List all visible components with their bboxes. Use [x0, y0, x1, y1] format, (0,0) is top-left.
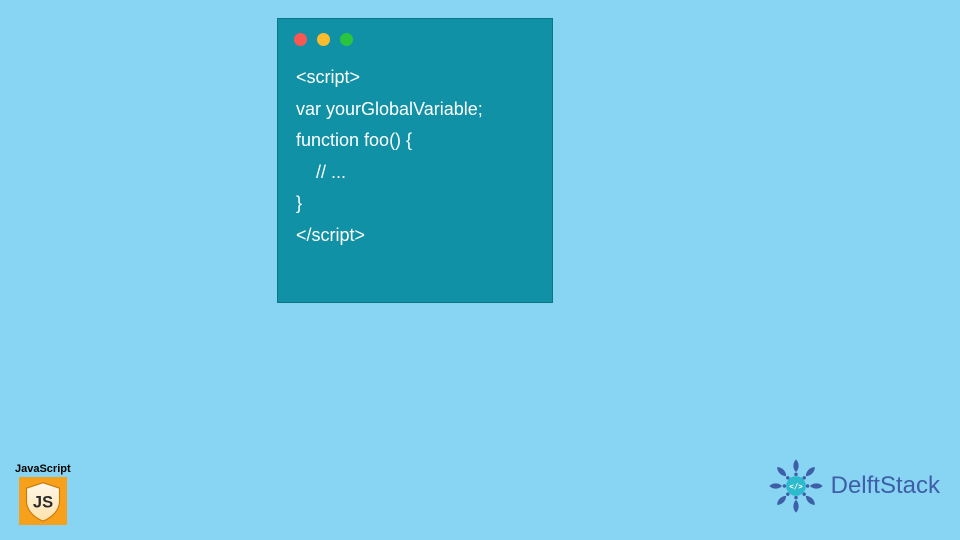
window-controls — [278, 19, 552, 54]
code-line: <script> — [296, 62, 534, 94]
code-line: var yourGlobalVariable; — [296, 94, 534, 126]
minimize-icon[interactable] — [317, 33, 330, 46]
delftstack-text: DelftStack — [831, 472, 940, 500]
javascript-label: JavaScript — [15, 463, 71, 475]
close-icon[interactable] — [294, 33, 307, 46]
code-content: <script> var yourGlobalVariable; functio… — [278, 54, 552, 259]
code-line: // ... — [296, 157, 534, 189]
svg-text:</>: </> — [789, 482, 803, 491]
maximize-icon[interactable] — [340, 33, 353, 46]
code-line: </script> — [296, 220, 534, 252]
code-line: } — [296, 188, 534, 220]
js-badge-icon: JS — [19, 477, 67, 525]
svg-text:JS: JS — [33, 493, 53, 511]
code-line: function foo() { — [296, 125, 534, 157]
code-window: <script> var yourGlobalVariable; functio… — [277, 18, 553, 303]
delftstack-logo: </> DelftStack — [767, 457, 940, 515]
delftstack-icon: </> — [767, 457, 825, 515]
javascript-logo: JavaScript JS — [15, 463, 71, 525]
